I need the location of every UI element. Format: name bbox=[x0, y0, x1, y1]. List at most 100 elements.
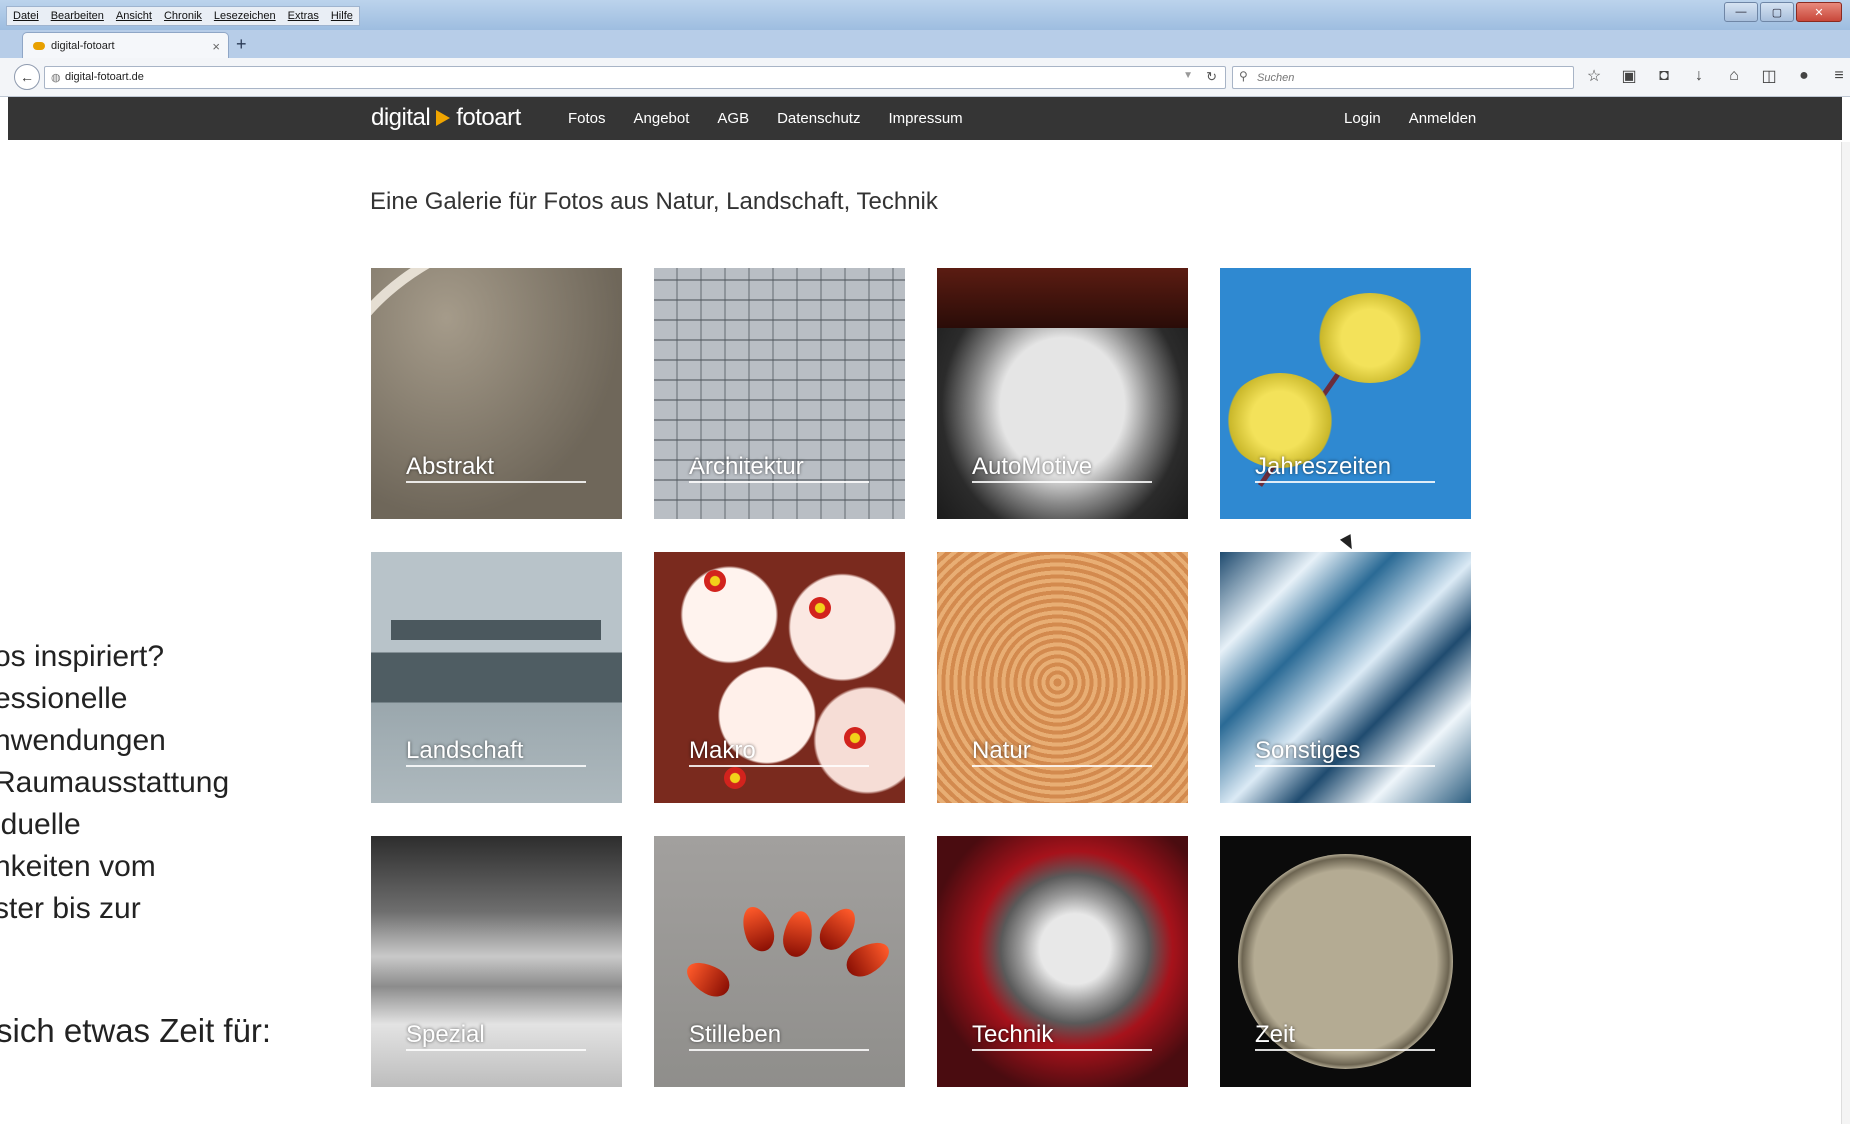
gallery-tile-abstrakt[interactable]: Abstrakt bbox=[371, 268, 622, 519]
gallery-tile-landschaft[interactable]: Landschaft bbox=[371, 552, 622, 803]
tile-label: Sonstiges bbox=[1255, 737, 1361, 764]
window-titlebar: Datei Bearbeiten Ansicht Chronik Lesezei… bbox=[0, 0, 1850, 30]
tab-digital-fotoart[interactable]: digital-fotoart × bbox=[22, 32, 229, 59]
tile-underline bbox=[689, 1049, 869, 1051]
tile-label: Natur bbox=[972, 737, 1031, 764]
tile-underline bbox=[406, 1049, 586, 1051]
download-icon[interactable]: ↓ bbox=[1689, 66, 1709, 86]
menu-datei[interactable]: Datei bbox=[7, 10, 45, 22]
pocket-icon[interactable]: ◘ bbox=[1654, 66, 1674, 86]
tile-underline bbox=[1255, 765, 1435, 767]
flower bbox=[844, 727, 866, 749]
url-bar[interactable]: ◍ digital-fotoart.de ▼ ↻ bbox=[44, 66, 1226, 89]
tile-underline bbox=[689, 765, 869, 767]
menu-bearbeiten[interactable]: Bearbeiten bbox=[45, 10, 110, 22]
sidebar-line: hkeiten vom bbox=[0, 850, 156, 883]
url-text[interactable]: digital-fotoart.de bbox=[65, 71, 144, 83]
tile-underline bbox=[972, 481, 1152, 483]
search-bar[interactable]: ⚲ bbox=[1232, 66, 1574, 89]
gallery-tile-natur[interactable]: Natur bbox=[937, 552, 1188, 803]
sidebar-footer-text: sich etwas Zeit für: bbox=[0, 1012, 272, 1049]
tile-label: Architektur bbox=[689, 453, 804, 480]
back-button[interactable]: ← bbox=[14, 64, 40, 90]
gallery-tile-stilleben[interactable]: Stilleben bbox=[654, 836, 905, 1087]
nav-angebot[interactable]: Angebot bbox=[634, 110, 690, 127]
site-logo[interactable]: digital fotoart bbox=[371, 104, 521, 132]
sidebar-icon[interactable]: ◫ bbox=[1759, 66, 1779, 86]
tile-underline bbox=[1255, 1049, 1435, 1051]
star-icon[interactable]: ☆ bbox=[1584, 66, 1604, 86]
tab-title: digital-fotoart bbox=[51, 40, 115, 52]
tile-label: AutoMotive bbox=[972, 453, 1093, 480]
history-dropdown-icon[interactable]: ▼ bbox=[1183, 70, 1193, 81]
site-nav-account: Login Anmelden bbox=[1344, 110, 1476, 127]
tile-label: Spezial bbox=[406, 1021, 485, 1048]
tile-label: Jahreszeiten bbox=[1255, 453, 1392, 480]
gallery-tile-technik[interactable]: Technik bbox=[937, 836, 1188, 1087]
reload-icon[interactable]: ↻ bbox=[1206, 69, 1217, 85]
chat-icon[interactable]: ● bbox=[1794, 66, 1814, 86]
search-icon: ⚲ bbox=[1239, 69, 1248, 83]
nav-login[interactable]: Login bbox=[1344, 110, 1381, 127]
sidebar-line: nwendungen bbox=[0, 724, 166, 757]
menu-chronik[interactable]: Chronik bbox=[158, 10, 208, 22]
gallery-tile-architektur[interactable]: Architektur bbox=[654, 268, 905, 519]
gallery-tile-makro[interactable]: Makro bbox=[654, 552, 905, 803]
menu-icon[interactable]: ≡ bbox=[1829, 66, 1849, 86]
nav-agb[interactable]: AGB bbox=[717, 110, 749, 127]
nav-fotos[interactable]: Fotos bbox=[568, 110, 606, 127]
toolbar-icons: ☆ ▣ ◘ ↓ ⌂ ◫ ● ≡ bbox=[1584, 66, 1849, 86]
menu-extras[interactable]: Extras bbox=[282, 10, 325, 22]
site-header: digital fotoart Fotos Angebot AGB Datens… bbox=[8, 97, 1842, 140]
leaf bbox=[841, 935, 895, 983]
menu-ansicht[interactable]: Ansicht bbox=[110, 10, 158, 22]
gallery-tile-sonstiges[interactable]: Sonstiges bbox=[1220, 552, 1471, 803]
tile-label: Stilleben bbox=[689, 1021, 782, 1048]
leaf bbox=[736, 902, 780, 956]
tile-underline bbox=[1255, 481, 1435, 483]
tile-label: Abstrakt bbox=[406, 453, 495, 480]
maximize-button[interactable]: ▢ bbox=[1760, 2, 1794, 22]
search-input[interactable] bbox=[1255, 69, 1559, 86]
home-icon[interactable]: ⌂ bbox=[1724, 66, 1744, 86]
page-scrollbar[interactable] bbox=[1841, 142, 1850, 1124]
tile-label: Landschaft bbox=[406, 737, 524, 764]
flower bbox=[704, 570, 726, 592]
favicon-icon bbox=[33, 42, 45, 50]
gallery-tile-zeit[interactable]: Zeit bbox=[1220, 836, 1471, 1087]
leaf bbox=[780, 908, 816, 960]
nav-datenschutz[interactable]: Datenschutz bbox=[777, 110, 860, 127]
sidebar-line: iduelle bbox=[0, 808, 81, 841]
gallery-tile-jahreszeiten[interactable]: Jahreszeiten bbox=[1220, 268, 1471, 519]
tile-label: Technik bbox=[972, 1021, 1054, 1048]
globe-icon: ◍ bbox=[51, 72, 61, 84]
gallery-tile-spezial[interactable]: Spezial bbox=[371, 836, 622, 1087]
tile-label: Zeit bbox=[1255, 1021, 1296, 1048]
tile-label: Makro bbox=[689, 737, 756, 764]
leaf bbox=[813, 902, 863, 956]
sidebar-line: Raumausstattung bbox=[0, 766, 230, 799]
sidebar-text: os inspiriert? essionelle nwendungen Rau… bbox=[0, 636, 229, 930]
leaf bbox=[681, 955, 735, 1003]
nav-impressum[interactable]: Impressum bbox=[888, 110, 962, 127]
clipboard-icon[interactable]: ▣ bbox=[1619, 66, 1639, 86]
navigation-bar: ← ◍ digital-fotoart.de ▼ ↻ ⚲ ☆ ▣ ◘ ↓ ⌂ ◫… bbox=[0, 58, 1850, 97]
sidebar-line: essionelle bbox=[0, 682, 128, 715]
gallery-tile-automotive[interactable]: AutoMotive bbox=[937, 268, 1188, 519]
close-window-button[interactable]: ✕ bbox=[1796, 2, 1842, 22]
menu-hilfe[interactable]: Hilfe bbox=[325, 10, 359, 22]
flower bbox=[809, 597, 831, 619]
new-tab-button[interactable]: + bbox=[236, 34, 247, 55]
logo-left: digital bbox=[371, 104, 431, 131]
sidebar-line: ster bis zur bbox=[0, 892, 141, 925]
page-tagline: Eine Galerie für Fotos aus Natur, Landsc… bbox=[370, 188, 938, 215]
window-controls: — ▢ ✕ bbox=[1724, 2, 1842, 22]
logo-right: fotoart bbox=[456, 104, 521, 131]
sidebar-line: os inspiriert? bbox=[0, 640, 165, 673]
tab-close-icon[interactable]: × bbox=[212, 39, 220, 54]
minimize-button[interactable]: — bbox=[1724, 2, 1758, 22]
menu-lesezeichen[interactable]: Lesezeichen bbox=[208, 10, 282, 22]
site-nav: Fotos Angebot AGB Datenschutz Impressum bbox=[568, 110, 963, 127]
flower bbox=[724, 767, 746, 789]
nav-anmelden[interactable]: Anmelden bbox=[1409, 110, 1477, 127]
